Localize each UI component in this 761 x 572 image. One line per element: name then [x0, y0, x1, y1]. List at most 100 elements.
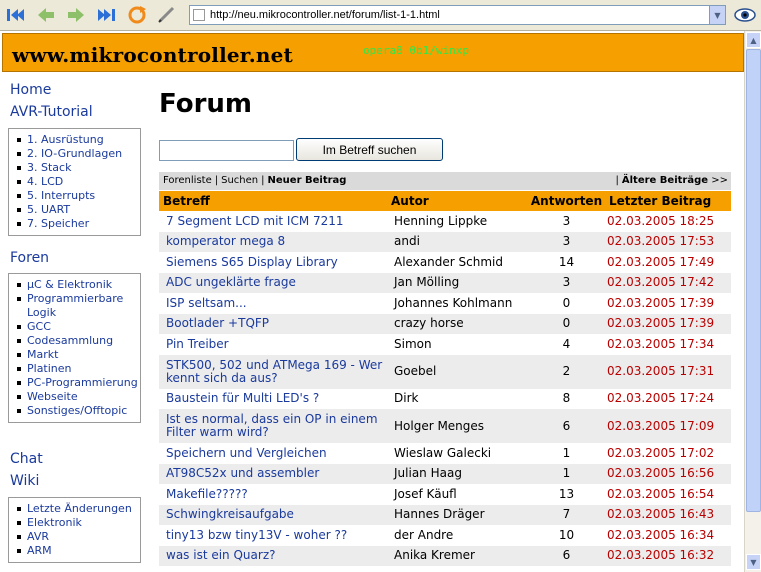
thread-answers: 2	[528, 354, 605, 389]
nav-suchen-link[interactable]: Suchen	[221, 175, 258, 186]
thread-subject-link[interactable]: ISP seltsam...	[159, 293, 387, 314]
nav-aeltere-link[interactable]: Ältere Beiträge	[622, 175, 708, 186]
sidebar-item-forum[interactable]: Codesammlung	[9, 334, 140, 348]
edit-icon[interactable]	[155, 3, 179, 27]
sidebar-item-wiki[interactable]: AVR	[9, 530, 140, 544]
scroll-thumb[interactable]	[746, 49, 761, 512]
thread-last-post: 02.03.2005 16:43	[605, 504, 731, 525]
table-row: komperator mega 8 andi 3 02.03.2005 17:53	[159, 231, 731, 252]
sidebar-item-tutorial[interactable]: 7. Speicher	[9, 217, 140, 231]
thread-subject-link[interactable]: 7 Segment LCD mit ICM 7211	[159, 211, 387, 232]
sidebar-item-wiki[interactable]: Elektronik	[9, 516, 140, 530]
nav-forenliste-link[interactable]: Forenliste	[163, 175, 212, 186]
thread-author: Alexander Schmid	[394, 254, 503, 269]
thread-last-post: 02.03.2005 17:39	[605, 313, 731, 334]
scroll-up-icon[interactable]: ▲	[746, 32, 761, 48]
table-row: Bootlader +TQFP crazy horse 0 02.03.2005 17…	[159, 313, 731, 334]
thread-author: andi	[387, 231, 528, 252]
thread-last-post: 02.03.2005 17:02	[607, 445, 715, 460]
sidebar-link-foren[interactable]: Foren	[10, 250, 49, 266]
col-letzter-beitrag: Letzter Beitrag	[605, 191, 731, 211]
sidebar-item-forum[interactable]: PC-Programmierung	[9, 376, 140, 390]
thread-answers: 3	[562, 213, 571, 228]
thread-subject-link[interactable]: tiny13 bzw tiny13V - woher ??	[159, 525, 387, 546]
thread-answers: 13	[558, 486, 575, 501]
address-bar[interactable]: http://neu.mikrocontroller.net/forum/lis…	[189, 5, 726, 25]
page-favicon-icon	[193, 9, 205, 21]
back-icon[interactable]	[34, 3, 58, 27]
sidebar-item-forum[interactable]: Programmierbare Logik	[9, 292, 140, 320]
sidebar-item-tutorial[interactable]: 1. Ausrüstung	[9, 133, 140, 147]
forum-nav-bar: Forenliste | Suchen | Neuer Beitrag | Ältere …	[159, 172, 731, 190]
thread-last-post: 02.03.2005 17:09	[605, 409, 731, 443]
thread-answers: 1	[562, 445, 571, 460]
table-row: Baustein für Multi LED's ? Dirk 8 02.03.200…	[159, 389, 731, 410]
sidebar-item-wiki[interactable]: Letzte Änderungen	[9, 502, 140, 516]
view-eye-icon[interactable]	[733, 3, 757, 27]
thread-subject-link[interactable]: AT98C52x und assembler	[159, 463, 387, 484]
thread-subject-link[interactable]: STK500, 502 und ATMega 169 - Wer kennt s…	[159, 354, 387, 389]
thread-subject-link[interactable]: Speichern und Vergleichen	[159, 443, 387, 464]
sidebar-item-forum[interactable]: Platinen	[9, 362, 140, 376]
browser-toolbar: http://neu.mikrocontroller.net/forum/lis…	[0, 0, 761, 31]
fast-forward-icon[interactable]	[94, 3, 118, 27]
sidebar-link-chat[interactable]: Chat	[10, 451, 43, 467]
thread-subject-link[interactable]: Makefile?????	[159, 484, 387, 505]
thread-author: Simon	[394, 336, 432, 351]
table-row: ISP seltsam... Johannes Kohlmann 0 02.03.20…	[159, 293, 731, 314]
sidebar-item-forum[interactable]: µC & Elektronik	[9, 278, 140, 292]
table-row: Schwingkreisaufgabe Hannes Dräger 7 02.03.2…	[159, 504, 731, 525]
address-url[interactable]: http://neu.mikrocontroller.net/forum/lis…	[210, 7, 440, 23]
sidebar-item-forum[interactable]: Sonstiges/Offtopic	[9, 404, 140, 418]
col-betreff: Betreff	[159, 191, 387, 211]
sidebar-item-wiki[interactable]: ARM	[9, 544, 140, 558]
sidebar-link-wiki[interactable]: Wiki	[10, 473, 39, 489]
sidebar-item-forum[interactable]: Webseite	[9, 390, 140, 404]
thread-subject-link[interactable]: Siemens S65 Display Library	[159, 252, 387, 273]
first-page-icon[interactable]	[4, 3, 28, 27]
thread-author: Henning Lippke	[394, 213, 488, 228]
chevron-down-icon[interactable]: ▼	[709, 6, 725, 24]
nav-arrows[interactable]: >>	[711, 175, 728, 186]
site-header: www.mikrocontroller.net opera8 0b1/winxp	[2, 33, 744, 72]
thread-answers: 14	[558, 254, 575, 269]
table-row: Pin Treiber Simon 4 02.03.2005 17:34	[159, 334, 731, 355]
sidebar-item-tutorial[interactable]: 4. LCD	[9, 175, 140, 189]
thread-subject-link[interactable]: Pin Treiber	[159, 334, 387, 355]
search-input[interactable]	[159, 140, 294, 161]
sidebar-link-avr-tutorial[interactable]: AVR-Tutorial	[10, 104, 93, 120]
sidebar-item-tutorial[interactable]: 3. Stack	[9, 161, 140, 175]
sidebar-item-tutorial[interactable]: 5. Interrupts	[9, 189, 140, 203]
thread-answers: 1	[528, 463, 605, 484]
table-row: STK500, 502 und ATMega 169 - Wer kennt s…	[159, 354, 731, 389]
table-header: Betreff Autor Antworten Letzter Beitrag	[159, 191, 731, 211]
search-button[interactable]: Im Betreff suchen	[296, 138, 443, 161]
table-row: Makefile????? Josef Käufl 13 02.03.2005 16:…	[159, 484, 731, 505]
sidebar-item-tutorial[interactable]: 2. IO-Grundlagen	[9, 147, 140, 161]
thread-subject-link[interactable]: Ist es normal, dass ein OP in einem Filt…	[159, 409, 387, 443]
thread-subject-link[interactable]: komperator mega 8	[159, 231, 387, 252]
page-viewport: www.mikrocontroller.net opera8 0b1/winxp…	[0, 31, 744, 572]
thread-last-post: 02.03.2005 17:34	[607, 336, 715, 351]
scroll-down-icon[interactable]: ▼	[746, 554, 761, 570]
sidebar-item-forum[interactable]: Markt	[9, 348, 140, 362]
sidebar-item-forum[interactable]: GCC	[9, 320, 140, 334]
vertical-scrollbar[interactable]: ▲ ▼	[744, 31, 761, 572]
tutorial-box: 1. Ausrüstung 2. IO-Grundlagen 3. Stack 4. …	[8, 128, 141, 236]
thread-answers: 0	[562, 295, 571, 310]
reload-icon[interactable]	[125, 3, 149, 27]
nav-neuer-beitrag-link[interactable]: Neuer Beitrag	[268, 175, 347, 186]
forward-icon[interactable]	[64, 3, 88, 27]
thread-subject-link[interactable]: Schwingkreisaufgabe	[159, 504, 387, 525]
sidebar-item-tutorial[interactable]: 5. UART	[9, 203, 140, 217]
forum-table: Betreff Autor Antworten Letzter Beitrag …	[159, 191, 731, 566]
thread-subject-link[interactable]: Baustein für Multi LED's ?	[159, 389, 387, 410]
thread-subject-link[interactable]: Bootlader +TQFP	[159, 313, 387, 334]
thread-subject-link[interactable]: ADC ungeklärte frage	[159, 272, 387, 293]
site-title[interactable]: www.mikrocontroller.net	[12, 43, 293, 67]
thread-last-post: 02.03.2005 17:42	[605, 272, 731, 293]
foren-box: µC & Elektronik Programmierbare Logik GCC C…	[8, 273, 141, 423]
thread-subject-link[interactable]: was ist ein Quarz?	[159, 545, 387, 566]
sidebar-link-home[interactable]: Home	[10, 82, 51, 98]
thread-last-post: 02.03.2005 18:25	[607, 213, 715, 228]
